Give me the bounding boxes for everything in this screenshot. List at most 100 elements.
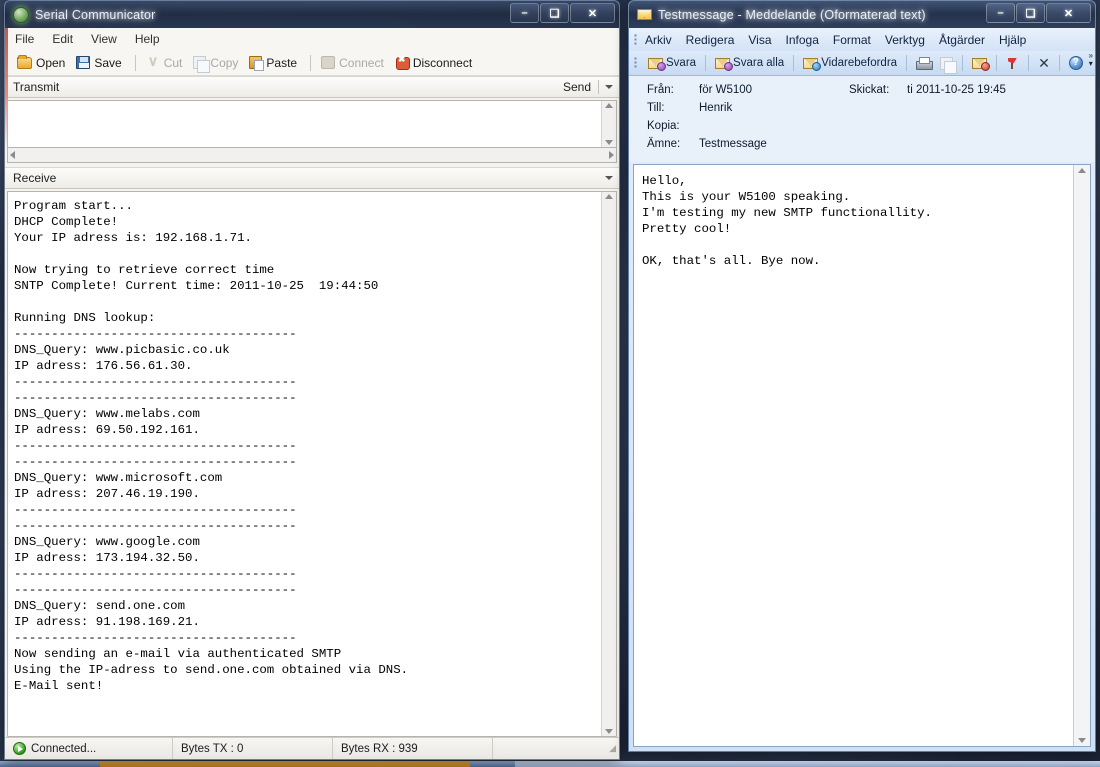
- header-row-subject: Ämne: Testmessage: [629, 138, 1095, 156]
- receive-vertical-scrollbar[interactable]: [601, 192, 616, 736]
- mail-window-body: Arkiv Redigera Visa Infoga Format Verkty…: [628, 28, 1096, 752]
- scroll-up-icon[interactable]: [605, 194, 613, 199]
- reply-button[interactable]: Svara: [645, 56, 699, 70]
- toolbar-separator: [135, 55, 136, 71]
- chevron-down-icon[interactable]: [605, 85, 613, 89]
- receive-panel-header: Receive: [5, 167, 619, 189]
- transmit-horizontal-scrollbar[interactable]: [7, 148, 617, 163]
- menu-item-edit[interactable]: Edit: [52, 32, 73, 46]
- close-button[interactable]: ✕: [570, 3, 615, 23]
- serial-communicator-window[interactable]: Serial Communicator – ❑ ✕ File Edit View…: [4, 0, 620, 760]
- serial-toolbar[interactable]: Open Save Cut Copy Paste Connec: [5, 50, 619, 76]
- scroll-down-icon[interactable]: [1078, 738, 1086, 743]
- scroll-right-icon[interactable]: [609, 151, 614, 159]
- maximize-button[interactable]: ❑: [1016, 3, 1045, 23]
- receive-output[interactable]: Program start... DHCP Complete! Your IP …: [7, 191, 617, 737]
- cc-label: Kopia:: [629, 120, 699, 132]
- folder-open-icon: [17, 57, 32, 69]
- status-connection: Connected...: [5, 738, 173, 759]
- from-value: för W5100: [699, 84, 849, 96]
- status-bytes-tx: Bytes TX : 0: [173, 738, 333, 759]
- menu-item-format[interactable]: Format: [833, 33, 871, 47]
- forward-icon: [803, 58, 818, 69]
- disconnect-label: Disconnect: [413, 56, 472, 70]
- chevron-down-icon[interactable]: [605, 176, 613, 180]
- serial-title-bar[interactable]: Serial Communicator – ❑ ✕: [4, 0, 620, 28]
- receive-section: Receive Program start... DHCP Complete! …: [5, 163, 619, 737]
- serial-window-controls[interactable]: – ❑ ✕: [509, 3, 615, 23]
- to-label: Till:: [629, 102, 699, 114]
- status-spacer: ◢: [493, 738, 619, 759]
- toolbar-separator: [1028, 55, 1029, 71]
- scroll-down-icon[interactable]: [605, 729, 613, 734]
- reply-all-label: Svara alla: [733, 57, 784, 69]
- help-icon: ?: [1069, 56, 1083, 70]
- toolbar-separator: [705, 55, 706, 71]
- mail-header-fields: Från: för W5100 Skickat: ti 2011-10-25 1…: [629, 76, 1095, 162]
- toolbar-separator: [1059, 55, 1060, 71]
- toolbar-separator: [996, 55, 997, 71]
- bytes-tx-text: Bytes TX : 0: [181, 743, 243, 755]
- minimize-button[interactable]: –: [986, 3, 1015, 23]
- delete-mail-button[interactable]: [969, 57, 990, 70]
- menu-item-file[interactable]: File: [15, 32, 34, 46]
- close-button[interactable]: ✕: [1046, 3, 1091, 23]
- mail-body-area[interactable]: Hello, This is your W5100 speaking. I'm …: [633, 164, 1091, 747]
- toolbar-grip-icon[interactable]: [634, 57, 637, 70]
- transmit-input[interactable]: [7, 100, 617, 148]
- reply-all-button[interactable]: Svara alla: [712, 56, 787, 70]
- open-button[interactable]: Open: [15, 55, 70, 71]
- minimize-button[interactable]: –: [510, 3, 539, 23]
- mail-menu-bar[interactable]: Arkiv Redigera Visa Infoga Format Verkty…: [629, 28, 1095, 51]
- toolbar-overflow-button[interactable]: » ▾: [1089, 52, 1093, 68]
- forward-button[interactable]: Vidarebefordra: [800, 56, 900, 70]
- toolbar-separator: [906, 55, 907, 71]
- disconnect-button[interactable]: Disconnect: [393, 55, 477, 71]
- serial-menu-bar[interactable]: File Edit View Help: [5, 28, 619, 50]
- cut-label: Cut: [164, 56, 183, 70]
- from-label: Från:: [629, 84, 699, 96]
- menu-item-view[interactable]: View: [91, 32, 117, 46]
- menu-item-redigera[interactable]: Redigera: [686, 33, 735, 47]
- menu-item-arkiv[interactable]: Arkiv: [645, 33, 672, 47]
- flag-button[interactable]: [1003, 56, 1022, 71]
- mail-window-controls[interactable]: – ❑ ✕: [985, 3, 1091, 23]
- maximize-button[interactable]: ❑: [540, 3, 569, 23]
- transmit-vertical-scrollbar[interactable]: [601, 101, 616, 147]
- to-value: Henrik: [699, 102, 1095, 114]
- menu-item-help[interactable]: Help: [135, 32, 160, 46]
- outlook-message-window[interactable]: Testmessage - Meddelande (Oformaterad te…: [628, 0, 1096, 752]
- toolbar-separator: [793, 55, 794, 71]
- scroll-up-icon[interactable]: [605, 103, 613, 108]
- menu-item-visa[interactable]: Visa: [748, 33, 771, 47]
- resize-grip-icon[interactable]: ◢: [609, 743, 616, 754]
- copy-icon: [940, 57, 953, 70]
- menu-item-atgarder[interactable]: Åtgärder: [939, 33, 985, 47]
- menu-grip-icon[interactable]: [634, 33, 637, 46]
- floppy-disk-icon: [76, 56, 90, 69]
- serial-window-title: Serial Communicator: [35, 8, 156, 22]
- send-button[interactable]: Send: [563, 80, 591, 94]
- menu-item-verktyg[interactable]: Verktyg: [885, 33, 925, 47]
- header-separator: [598, 80, 599, 94]
- scroll-down-icon[interactable]: [605, 140, 613, 145]
- save-button[interactable]: Save: [74, 55, 126, 71]
- mail-vertical-scrollbar[interactable]: [1073, 165, 1090, 746]
- delete-button[interactable]: ✕: [1035, 56, 1053, 71]
- mail-toolbar[interactable]: Svara Svara alla Vidarebefordra: [629, 51, 1095, 76]
- close-x-icon: ✕: [1038, 57, 1050, 70]
- print-button[interactable]: [913, 56, 934, 70]
- delete-mail-icon: [972, 58, 987, 69]
- help-button[interactable]: ?: [1066, 55, 1086, 71]
- paste-button[interactable]: Paste: [247, 55, 302, 71]
- menu-item-hjalp[interactable]: Hjälp: [999, 33, 1026, 47]
- scroll-up-icon[interactable]: [1078, 168, 1086, 173]
- copy-button: Copy: [191, 55, 243, 71]
- menu-item-infoga[interactable]: Infoga: [786, 33, 819, 47]
- transmit-label: Transmit: [13, 80, 59, 94]
- mail-title-bar[interactable]: Testmessage - Meddelande (Oformaterad te…: [628, 0, 1096, 28]
- taskbar-segment: [100, 761, 470, 767]
- paste-label: Paste: [266, 56, 297, 70]
- scroll-left-icon[interactable]: [10, 151, 15, 159]
- mail-body-text: Hello, This is your W5100 speaking. I'm …: [634, 165, 1072, 746]
